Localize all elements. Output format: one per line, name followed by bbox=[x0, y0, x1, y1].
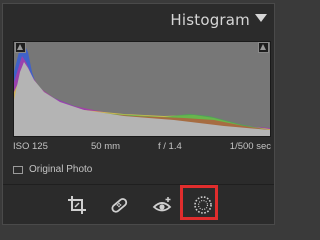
aperture-value: f / 1.4 bbox=[158, 141, 182, 152]
shutter-value: 1/500 sec bbox=[229, 141, 271, 152]
spot-removal-icon[interactable] bbox=[107, 193, 131, 217]
crop-overlay-icon[interactable] bbox=[65, 193, 89, 217]
iso-value: ISO 125 bbox=[13, 141, 48, 152]
original-photo-checkbox[interactable] bbox=[13, 166, 23, 174]
panel-title: Histogram bbox=[170, 11, 250, 29]
focal-length-value: 50 mm bbox=[91, 141, 121, 152]
original-photo-label: Original Photo bbox=[29, 164, 93, 175]
histogram-curves bbox=[14, 44, 270, 136]
histogram-panel: Histogram ISO 125 50 mm f / 1.4 1/500 se… bbox=[2, 3, 275, 225]
develop-toolstrip bbox=[3, 185, 274, 225]
highlight-clipping-toggle[interactable] bbox=[258, 42, 269, 53]
masking-tool-highlight bbox=[180, 185, 218, 220]
panel-header[interactable]: Histogram bbox=[3, 4, 274, 34]
collapse-triangle-icon[interactable] bbox=[255, 14, 267, 22]
shadow-clipping-toggle[interactable] bbox=[15, 42, 26, 53]
exif-info-row: ISO 125 50 mm f / 1.4 1/500 sec bbox=[13, 141, 271, 155]
red-eye-icon[interactable] bbox=[151, 193, 175, 217]
histogram-graph[interactable] bbox=[13, 41, 271, 137]
